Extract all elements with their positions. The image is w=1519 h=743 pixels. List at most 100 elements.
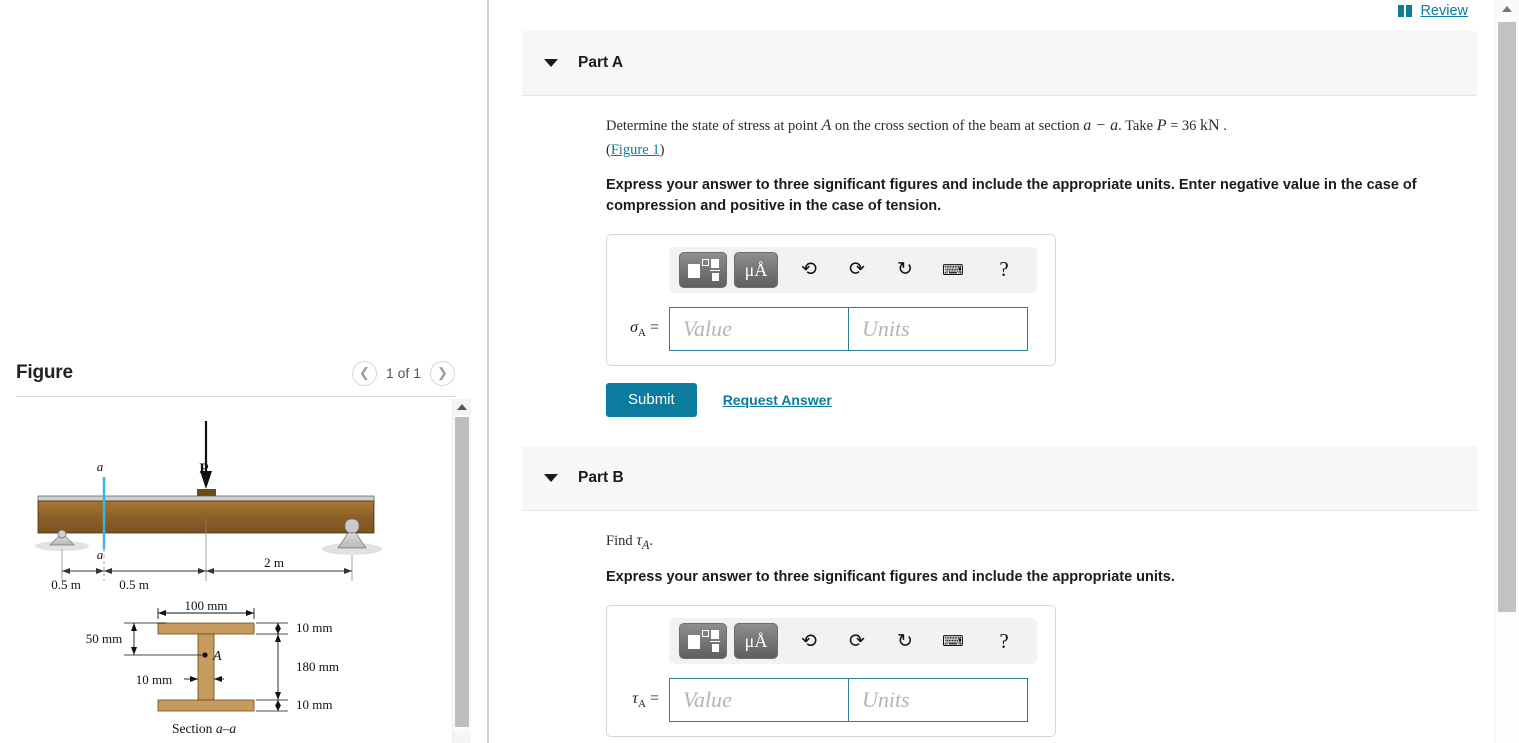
part-b-units-placeholder: Units xyxy=(862,687,910,713)
figure-prev-button[interactable]: ❮ xyxy=(351,360,377,386)
question-content: Part A Determine the state of stress at … xyxy=(489,0,1495,743)
figure-divider xyxy=(16,396,456,397)
template-button[interactable] xyxy=(679,623,727,660)
figure-scroll-down-button[interactable] xyxy=(453,733,471,743)
question-unit: kN xyxy=(1200,117,1220,134)
page-scrollbar[interactable] xyxy=(1494,0,1519,743)
part-b-answer-label: τA = xyxy=(621,690,669,710)
help-icon[interactable]: ? xyxy=(991,257,1017,282)
question-value: = 36 xyxy=(1166,118,1201,134)
svg-text:0.5 m: 0.5 m xyxy=(51,577,81,592)
svg-text:A: A xyxy=(212,649,222,664)
part-a-toolbar: μÅ ⟲ ⟳ ↻ ⌨ ? xyxy=(669,246,1037,293)
figure-header: Figure ❮ 1 of 1 ❯ xyxy=(16,352,471,394)
keyboard-icon[interactable]: ⌨ xyxy=(940,632,966,650)
caret-down-icon[interactable] xyxy=(544,59,558,67)
part-b-question-dot: . xyxy=(649,533,653,549)
units-button-label: μÅ xyxy=(744,259,768,280)
part-b-block: Part B Find τA. Express your answer to t… xyxy=(522,446,1477,738)
part-b-header[interactable]: Part B xyxy=(522,446,1477,511)
figure-navigation: ❮ 1 of 1 ❯ xyxy=(351,360,455,386)
svg-text:10 mm: 10 mm xyxy=(296,697,332,712)
part-b-units-input[interactable]: Units xyxy=(848,678,1028,723)
part-b-answer-card: μÅ ⟲ ⟳ ↻ ⌨ ? τA = Value Units xyxy=(606,605,1056,738)
request-answer-link[interactable]: Request Answer xyxy=(723,392,832,408)
part-a-question: Determine the state of stress at point A… xyxy=(606,117,1227,158)
part-b-title: Part B xyxy=(578,469,624,486)
svg-text:a: a xyxy=(97,547,104,562)
units-button[interactable]: μÅ xyxy=(734,251,778,288)
redo-icon[interactable]: ⟳ xyxy=(844,630,870,653)
question-var-a: A xyxy=(821,117,832,134)
question-section-label: a − a xyxy=(1083,117,1119,134)
figure-counter: 1 of 1 xyxy=(385,365,421,381)
sigma-symbol: σ xyxy=(630,318,639,336)
figure-next-button[interactable]: ❯ xyxy=(430,360,455,386)
submit-button[interactable]: Submit xyxy=(606,382,697,417)
part-b-value-input[interactable]: Value xyxy=(669,678,849,723)
svg-text:Section a–a: Section a–a xyxy=(172,721,236,736)
question-text-take: . Take xyxy=(1118,118,1157,134)
svg-text:180 mm: 180 mm xyxy=(296,659,339,674)
svg-text:a: a xyxy=(97,459,104,474)
units-button[interactable]: μÅ xyxy=(734,623,778,660)
redo-icon[interactable]: ⟳ xyxy=(844,258,870,281)
svg-text:50 mm: 50 mm xyxy=(86,631,122,646)
figure-svg: P a a 0.5 m 0.5 m 2 m 100 mm A 50 mm 10 … xyxy=(35,421,382,736)
figure-scrollbar-thumb[interactable] xyxy=(455,417,469,727)
tau-subscript: A xyxy=(638,698,646,711)
template-icon xyxy=(688,630,720,653)
help-icon[interactable]: ? xyxy=(991,629,1017,654)
part-b-question-text: Find xyxy=(606,533,637,549)
svg-text:2 m: 2 m xyxy=(264,555,284,570)
reset-icon[interactable]: ↻ xyxy=(892,630,918,653)
figure-scroll-up-button[interactable] xyxy=(453,399,471,415)
part-a-answer-label: σA = xyxy=(621,319,669,339)
part-b-body: Find τA. Express your answer to three si… xyxy=(522,511,1477,738)
part-a-title: Part A xyxy=(578,54,624,71)
svg-text:P: P xyxy=(199,461,208,477)
undo-icon[interactable]: ⟲ xyxy=(796,258,822,281)
svg-text:100 mm: 100 mm xyxy=(185,598,228,613)
keyboard-icon[interactable]: ⌨ xyxy=(940,261,966,279)
part-a-value-input[interactable]: Value xyxy=(669,306,849,351)
sigma-subscript: A xyxy=(638,326,646,339)
part-b-value-placeholder: Value xyxy=(683,687,732,713)
svg-text:10 mm: 10 mm xyxy=(136,672,172,687)
equals-sign: = xyxy=(645,318,659,336)
part-a-actions: Submit Request Answer xyxy=(606,382,1477,417)
part-a-units-placeholder: Units xyxy=(862,315,910,341)
reset-icon[interactable]: ↻ xyxy=(892,258,918,281)
part-a-body: Determine the state of stress at point A… xyxy=(522,96,1477,417)
figure-1-link[interactable]: Figure 1 xyxy=(611,142,660,158)
question-text-end: . xyxy=(1219,118,1227,134)
part-b-toolbar: μÅ ⟲ ⟳ ↻ ⌨ ? xyxy=(669,618,1037,665)
template-icon xyxy=(688,258,720,281)
part-a-header[interactable]: Part A xyxy=(522,31,1477,96)
part-a-value-placeholder: Value xyxy=(683,315,732,341)
part-b-question: Find τA. xyxy=(606,529,1477,554)
figure-image-container[interactable]: P a a 0.5 m 0.5 m 2 m 100 mm A 50 mm 10 … xyxy=(16,399,471,743)
figure-scrollbar[interactable] xyxy=(452,399,471,743)
part-a-block: Part A Determine the state of stress at … xyxy=(522,31,1477,417)
template-button[interactable] xyxy=(679,251,727,288)
caret-down-icon[interactable] xyxy=(544,474,558,482)
part-b-answer-row: τA = Value Units xyxy=(621,678,1041,723)
question-text-pre: Determine the state of stress at point xyxy=(606,118,822,134)
part-a-units-input[interactable]: Units xyxy=(848,306,1028,351)
equals-sign: = xyxy=(645,689,659,707)
part-b-instruction: Express your answer to three significant… xyxy=(606,569,1175,585)
page-scrollbar-thumb[interactable] xyxy=(1498,22,1516,612)
question-var-p: P xyxy=(1156,117,1167,134)
page-scroll-up-button[interactable] xyxy=(1495,0,1519,17)
figure-title: Figure xyxy=(16,362,73,383)
undo-icon[interactable]: ⟲ xyxy=(796,630,822,653)
question-text-mid: on the cross section of the beam at sect… xyxy=(831,118,1084,134)
part-a-instruction: Express your answer to three significant… xyxy=(606,176,1417,214)
part-a-answer-card: μÅ ⟲ ⟳ ↻ ⌨ ? σA = Value Units xyxy=(606,233,1056,366)
figure-panel: Figure ❮ 1 of 1 ❯ P a a 0.5 m 0.5 m 2 m … xyxy=(0,0,487,743)
svg-text:0.5 m: 0.5 m xyxy=(119,577,149,592)
part-a-answer-row: σA = Value Units xyxy=(621,306,1041,351)
units-button-label: μÅ xyxy=(744,631,768,652)
svg-text:10 mm: 10 mm xyxy=(296,620,332,635)
